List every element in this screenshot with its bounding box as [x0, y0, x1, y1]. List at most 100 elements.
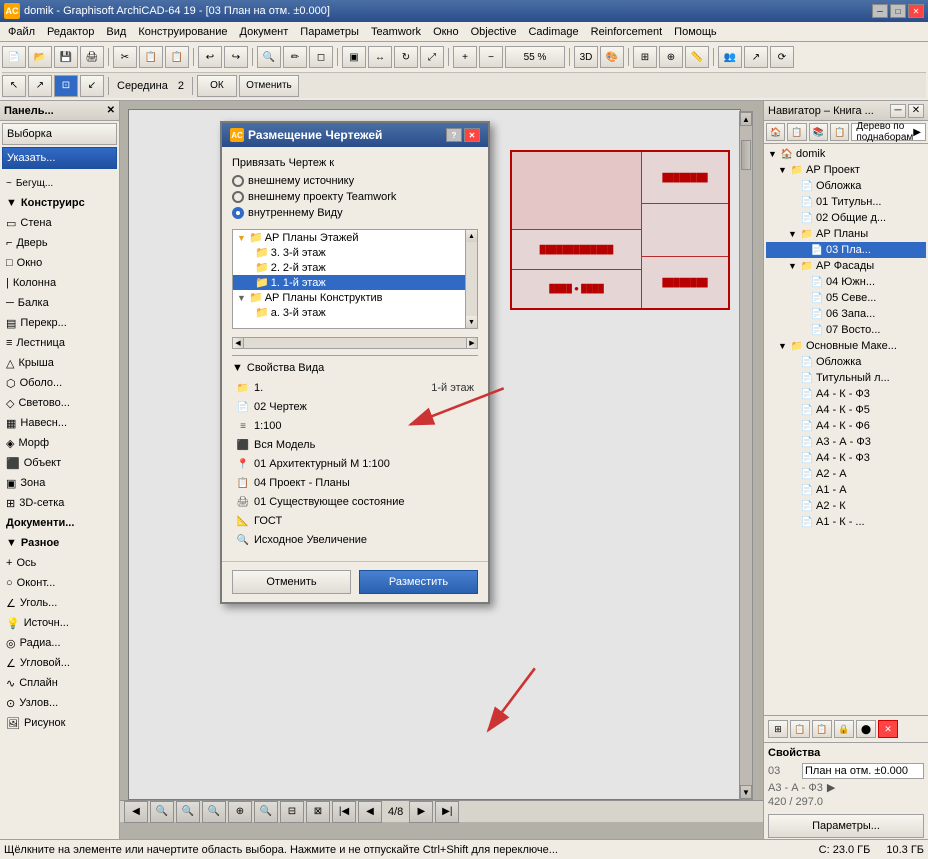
tb-render[interactable]: 🎨	[600, 46, 624, 68]
sidebar-item-skylight[interactable]: ◇ Светово...	[0, 393, 119, 413]
dialog-cancel-button[interactable]: Отменить	[232, 570, 351, 594]
tree-ar-project[interactable]: ▼ 📁 АР Проект	[766, 162, 926, 178]
pointer-btn[interactable]: Указать...	[2, 147, 117, 169]
tb-eraser[interactable]: ◻	[309, 46, 333, 68]
tb-snap[interactable]: ⊕	[659, 46, 683, 68]
menu-reinforcement[interactable]: Reinforcement	[585, 24, 669, 40]
sidebar-item-docs-group[interactable]: Документи...	[0, 513, 119, 533]
tb-undo[interactable]: ↩	[198, 46, 222, 68]
tb-save[interactable]: 💾	[54, 46, 78, 68]
tree-a2k[interactable]: ▷ 📄 А2 - К	[766, 498, 926, 514]
menu-params[interactable]: Параметры	[294, 24, 365, 40]
tree-a2a[interactable]: ▷ 📄 А2 - А	[766, 466, 926, 482]
sidebar-item-slab[interactable]: ▤ Перекр...	[0, 313, 119, 333]
nav-tb-list[interactable]: 📋	[830, 123, 849, 141]
tree-04-south[interactable]: ▷ 📄 04 Южн...	[766, 274, 926, 290]
tb-teamwork[interactable]: 👥	[718, 46, 742, 68]
menu-help[interactable]: Помощь	[668, 24, 723, 40]
nav-btn-1[interactable]: ⊞	[768, 720, 788, 738]
menu-view[interactable]: Вид	[100, 24, 132, 40]
tb-move[interactable]: ↔	[368, 46, 392, 68]
tb-arrow2[interactable]: ↗	[28, 75, 52, 97]
dtree-ar-plans[interactable]: ▼ 📁 АР Планы Этажей	[233, 230, 477, 245]
cancel-button[interactable]: Отменить	[239, 75, 299, 97]
nav-close-btn[interactable]: ✕	[908, 104, 924, 118]
hscroll-track[interactable]	[244, 337, 466, 349]
tb-grid[interactable]: ⊞	[633, 46, 657, 68]
menu-file[interactable]: Файл	[2, 24, 41, 40]
sidebar-item-wall[interactable]: ▭ Стена	[0, 213, 119, 233]
nav-btn-4[interactable]: 🔒	[834, 720, 854, 738]
nav-dropdown[interactable]: Дерево по поднаборам ▶	[851, 123, 926, 141]
tb-copy[interactable]: 📋	[139, 46, 163, 68]
sidebar-item-window[interactable]: □ Окно	[0, 253, 119, 273]
tree-02-general[interactable]: ▷ 📄 02 Общие д...	[766, 210, 926, 226]
sidebar-item-door[interactable]: ⌐ Дверь	[0, 233, 119, 253]
tb-cut[interactable]: ✂	[113, 46, 137, 68]
nav-btn-delete[interactable]: ✕	[878, 720, 898, 738]
dialog-close-btn[interactable]: ✕	[464, 128, 480, 142]
tree-05-north[interactable]: ▷ 📄 05 Севе...	[766, 290, 926, 306]
dtree-construct-floor3[interactable]: ▷ 📁 а. 3-й этаж	[233, 305, 477, 320]
tb-3d[interactable]: 3D	[574, 46, 598, 68]
nav-btn-2[interactable]: 📋	[790, 720, 810, 738]
dtree-floor3[interactable]: ▷ 📁 3. 3-й этаж	[233, 245, 477, 260]
sidebar-item-picture[interactable]: 🖼 Рисунок	[0, 713, 119, 733]
tree-01-title[interactable]: ▷ 📄 01 Титульн...	[766, 194, 926, 210]
menu-objective[interactable]: Objective	[465, 24, 523, 40]
nav-tb-folder[interactable]: 📋	[787, 123, 806, 141]
tree-ar-plans[interactable]: ▼ 📁 АР Планы	[766, 226, 926, 242]
tree-cover[interactable]: ▷ 📄 Обложка	[766, 178, 926, 194]
menu-cadimage[interactable]: Cadimage	[522, 24, 584, 40]
tb-select[interactable]: ▣	[342, 46, 366, 68]
tb-share[interactable]: ↗	[744, 46, 768, 68]
tb-scale[interactable]: ⤢	[420, 46, 444, 68]
sidebar-item-misc-group[interactable]: ▼ Разное	[0, 533, 119, 553]
dialog-view-tree[interactable]: ▼ 📁 АР Планы Этажей ▷ 📁 3. 3-й этаж ▷ 📁	[232, 229, 478, 329]
close-button[interactable]: ✕	[908, 4, 924, 18]
sidebar-item-beam[interactable]: ─ Балка	[0, 293, 119, 313]
sidebar-item-shell[interactable]: ⬡ Оболо...	[0, 373, 119, 393]
sidebar-item-curtain[interactable]: ▦ Навесн...	[0, 413, 119, 433]
tree-layout-title[interactable]: ▷ 📄 Титульный л...	[766, 370, 926, 386]
panel-close-btn[interactable]: ✕	[107, 105, 115, 116]
tb-paste[interactable]: 📋	[165, 46, 189, 68]
tb-cursor[interactable]: ↙	[80, 75, 104, 97]
nav-tree[interactable]: ▼ 🏠 domik ▼ 📁 АР Проект ▷ 📄 Обложка ▷ 📄 …	[764, 144, 928, 715]
tree-ar-facades[interactable]: ▼ 📁 АР Фасады	[766, 258, 926, 274]
menu-editor[interactable]: Редактор	[41, 24, 100, 40]
menu-construct[interactable]: Конструирование	[132, 24, 233, 40]
dtree-ar-construct[interactable]: ▼ 📁 АР Планы Конструктив	[233, 290, 477, 305]
tree-07-east[interactable]: ▷ 📄 07 Восто...	[766, 322, 926, 338]
tree-a4kf3b[interactable]: ▷ 📄 А4 - К - Ф3	[766, 450, 926, 466]
tb-search[interactable]: 🔍	[257, 46, 281, 68]
props-header[interactable]: ▼ Свойства Вида	[232, 362, 478, 374]
tree-a4kf6[interactable]: ▷ 📄 А4 - К - Ф6	[766, 418, 926, 434]
sidebar-item-axis[interactable]: + Ось	[0, 553, 119, 573]
tree-a3af3[interactable]: ▷ 📄 А3 - А - Ф3	[766, 434, 926, 450]
tb-sync[interactable]: ⟳	[770, 46, 794, 68]
sidebar-item-object[interactable]: ⬛ Объект	[0, 453, 119, 473]
tb-pencil[interactable]: ✏	[283, 46, 307, 68]
tb-print[interactable]: 🖨	[80, 46, 104, 68]
tree-06-west[interactable]: ▷ 📄 06 Запа...	[766, 306, 926, 322]
sidebar-item-column[interactable]: | Колонна	[0, 273, 119, 293]
sidebar-item-angle[interactable]: ∠ Уголь...	[0, 593, 119, 613]
dtree-floor1[interactable]: ▷ 📁 1. 1-й этаж	[233, 275, 477, 290]
dtree-floor2[interactable]: ▷ 📁 2. 2-й этаж	[233, 260, 477, 275]
sidebar-item-nodetext[interactable]: ⊙ Узлов...	[0, 693, 119, 713]
sidebar-item-source[interactable]: 💡 Источн...	[0, 613, 119, 633]
nav-btn-circle[interactable]: ⬤	[856, 720, 876, 738]
nav-tb-home[interactable]: 🏠	[766, 123, 785, 141]
nav-minimize-btn[interactable]: ─	[890, 104, 906, 118]
minimize-button[interactable]: ─	[872, 4, 888, 18]
menu-document[interactable]: Документ	[234, 24, 295, 40]
sidebar-item-running[interactable]: ~ Бегущ...	[0, 173, 119, 193]
tree-a1k[interactable]: ▷ 📄 А1 - К - ...	[766, 514, 926, 530]
tree-scrollbar[interactable]: ▲ ▼	[465, 230, 477, 328]
sidebar-item-roof[interactable]: △ Крыша	[0, 353, 119, 373]
dialog-place-button[interactable]: Разместить	[359, 570, 478, 594]
tree-root[interactable]: ▼ 🏠 domik	[766, 146, 926, 162]
tree-layout-cover[interactable]: ▷ 📄 Обложка	[766, 354, 926, 370]
sidebar-item-angledim[interactable]: ∠ Угловой...	[0, 653, 119, 673]
